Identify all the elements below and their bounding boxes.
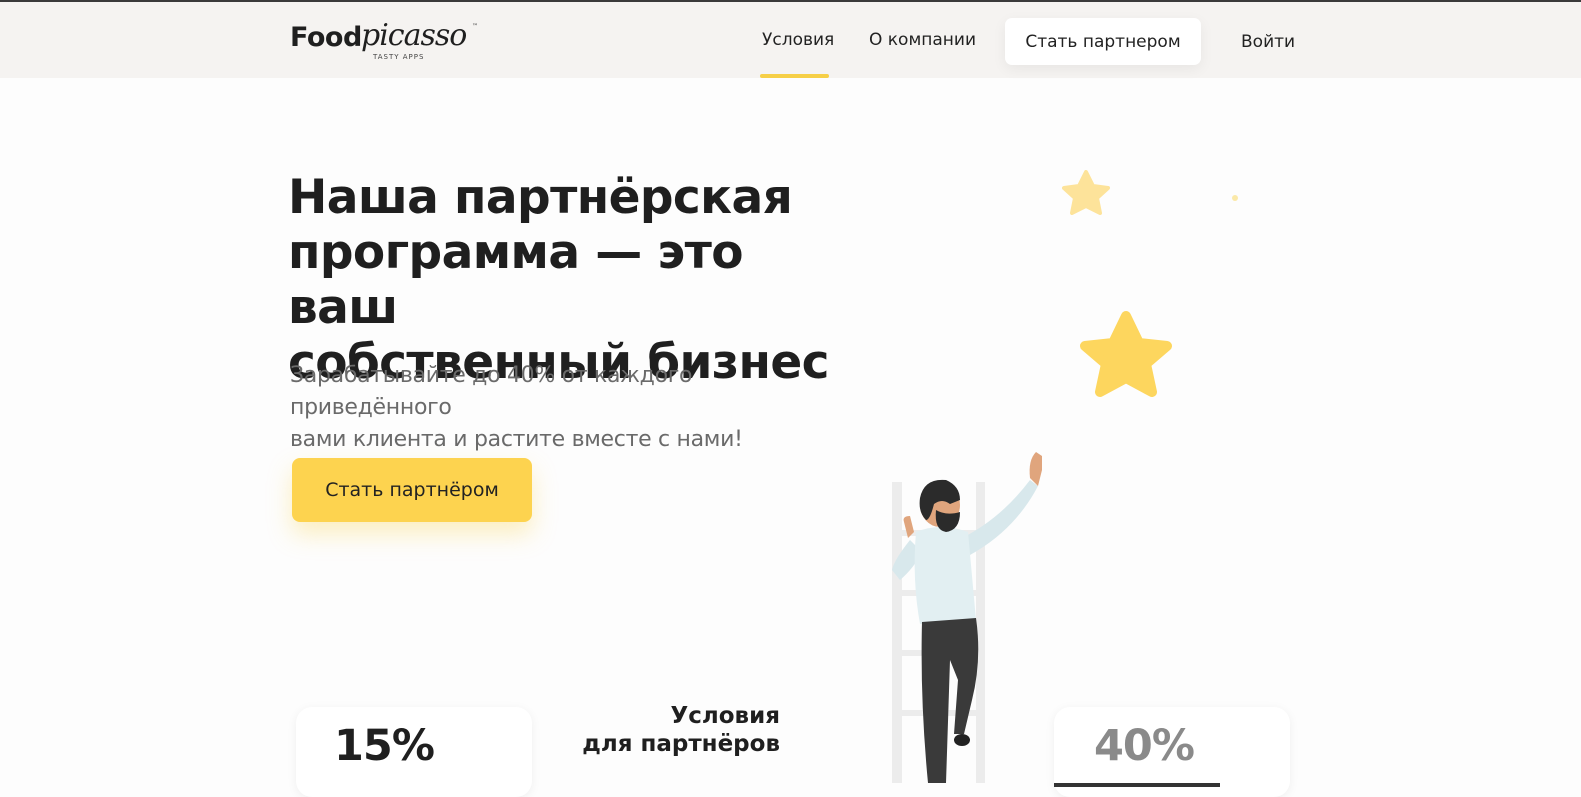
hero-title-line: Наша партнёрская	[288, 170, 793, 225]
commission-card-40: 40%	[1054, 707, 1290, 797]
logo-picasso-text: picasso	[361, 18, 467, 53]
commission-value: 40%	[1094, 721, 1195, 771]
climbing-man-illustration	[892, 170, 1238, 783]
nav-about[interactable]: О компании	[869, 30, 976, 50]
site-header: Food picasso ™ TASTY APPS Условия О комп…	[0, 2, 1581, 78]
conditions-title-line: Условия	[670, 703, 780, 729]
login-link[interactable]: Войти	[1241, 32, 1295, 52]
commission-value: 15%	[334, 721, 435, 771]
sparkle-icon	[1232, 195, 1238, 201]
small-star-icon	[1062, 170, 1110, 215]
person-icon	[892, 452, 1042, 783]
foodpicasso-logo[interactable]: Food picasso ™ TASTY APPS	[290, 18, 490, 66]
commission-card-15: 15%	[296, 707, 532, 797]
hero-title: Наша партнёрская программа — это ваш соб…	[288, 170, 868, 390]
hero-subtitle: Зарабатывайте до 40% от каждого приведён…	[290, 360, 860, 456]
card-underline	[1054, 783, 1220, 787]
big-star-icon	[1080, 311, 1172, 397]
logo-food-text: Food	[290, 22, 362, 53]
logo-tagline: TASTY APPS	[373, 53, 425, 61]
conditions-title: Условия для партнёров	[560, 702, 780, 758]
logo-tm: ™	[472, 23, 478, 30]
become-partner-header-button[interactable]: Стать партнером	[1005, 18, 1201, 65]
hero-subtitle-line: Зарабатывайте до 40% от каждого приведён…	[290, 363, 693, 420]
become-partner-cta-button[interactable]: Стать партнёром	[292, 458, 532, 522]
hero-title-line: программа — это ваш	[288, 225, 744, 335]
nav-conditions[interactable]: Условия	[762, 30, 834, 50]
conditions-title-line: для партнёров	[582, 731, 780, 757]
nav-active-indicator	[760, 74, 829, 78]
hero-subtitle-line: вами клиента и растите вместе с нами!	[290, 427, 743, 452]
